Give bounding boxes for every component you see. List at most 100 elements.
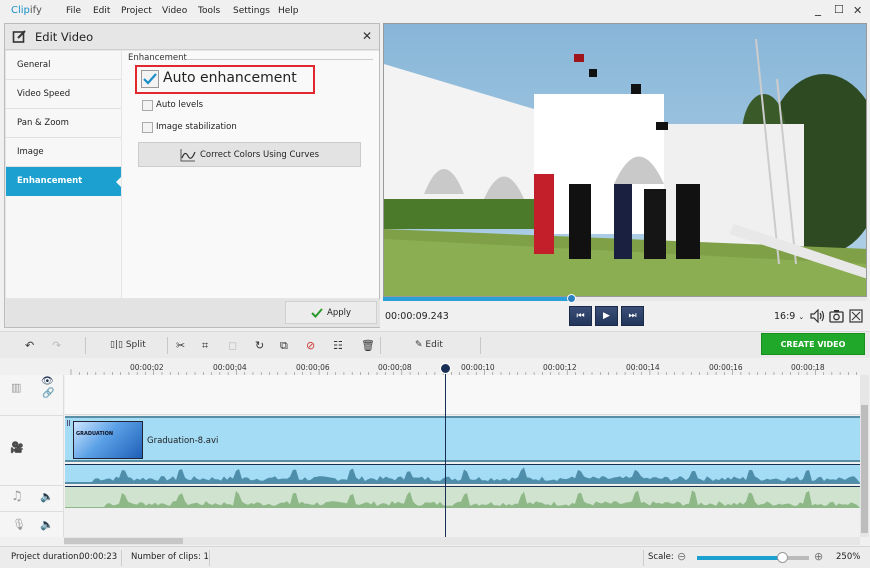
menu-project[interactable]: Project [121, 6, 152, 16]
scale-slider[interactable] [697, 552, 809, 563]
rotate-icon[interactable]: ↻ [255, 339, 264, 352]
skip-forward-icon: ⏭ [628, 311, 637, 321]
edit-panel-header: Edit Video ✕ [5, 24, 379, 50]
playhead-handle[interactable] [440, 363, 451, 374]
timeline-ruler[interactable]: 00:00:02 00:00:04 00:00:06 00:00:08 00:0… [64, 359, 861, 375]
scale-label: Scale: [648, 552, 674, 562]
play-button[interactable]: ▶ [595, 306, 618, 326]
music-track[interactable] [65, 486, 860, 508]
window-close-button[interactable]: ✕ [853, 4, 862, 17]
undo-icon[interactable]: ↶ [25, 339, 34, 352]
hide-icon[interactable]: ⊘ [306, 339, 315, 352]
horizontal-scroll-thumb[interactable] [64, 538, 183, 544]
resize-icon[interactable]: ⧉ [280, 339, 288, 353]
scale-slider-handle[interactable] [777, 552, 789, 563]
ruler-tick-label: 00:00:10 [461, 363, 495, 372]
auto-enhancement-checkbox[interactable] [141, 70, 159, 88]
toolbar-divider [480, 337, 481, 354]
timeline-toolbar: ↶ ↷ ▯|▯ Split ✂ ⌗ ◻ ↻ ⧉ ⊘ ☷ 🗑 ✎ Edit [0, 331, 870, 358]
playback-progress-bar[interactable] [383, 294, 867, 303]
chevron-down-icon: ⌄ [798, 313, 805, 321]
music-track-note-icon: ♫ [11, 489, 23, 504]
edit-button[interactable]: ✎ Edit [415, 340, 443, 350]
timeline-vertical-scrollbar[interactable] [860, 375, 869, 537]
split-button[interactable]: ▯|▯ Split [110, 340, 146, 350]
play-icon: ▶ [603, 311, 610, 321]
enhancement-content: Enhancement Auto enhancement Auto levels… [122, 51, 379, 298]
playhead-line [445, 364, 446, 538]
video-audio-waveform[interactable] [65, 464, 860, 484]
current-timecode: 00:00:09.243 [385, 311, 449, 322]
video-audio-waveform-graphic [65, 467, 860, 483]
next-frame-button[interactable]: ⏭ [621, 306, 644, 326]
correct-colors-curves-button[interactable]: Correct Colors Using Curves [138, 142, 361, 167]
ruler-tick-label: 00:00:16 [709, 363, 743, 372]
curves-button-label: Correct Colors Using Curves [199, 149, 320, 160]
scale-slider-fill [697, 556, 784, 560]
maximize-button[interactable]: ☐ [834, 3, 844, 16]
sidebar-item-image[interactable]: Image [6, 138, 121, 167]
visibility-eye-icon[interactable]: 👁 [41, 376, 54, 387]
link-icon[interactable]: 🔗 [42, 388, 54, 399]
track-headers: ▥ 👁 🔗 🎥 ♫ 🔈 🎙 🔈 [0, 375, 64, 537]
menu-file[interactable]: File [66, 6, 81, 16]
image-stabilization-checkbox[interactable] [142, 122, 153, 133]
clip-drag-handle[interactable] [67, 420, 70, 426]
cut-scissors-icon[interactable]: ✂ [176, 339, 185, 352]
aspect-ratio-dropdown[interactable]: 16:9 ⌄ [774, 311, 804, 322]
minimize-button[interactable]: _ [815, 2, 821, 16]
status-divider [643, 550, 644, 566]
volume-icon[interactable] [810, 309, 826, 323]
menu-edit[interactable]: Edit [93, 6, 110, 16]
voice-track[interactable] [65, 509, 860, 537]
edit-panel-close-button[interactable]: ✕ [362, 29, 372, 43]
auto-levels-checkbox[interactable] [142, 100, 153, 111]
sidebar-item-pan-zoom[interactable]: Pan & Zoom [6, 109, 121, 138]
toolbar-divider [85, 337, 86, 354]
sidebar-item-enhancement[interactable]: Enhancement [6, 167, 121, 196]
voice-track-microphone-icon: 🎙 [12, 518, 26, 531]
fullscreen-icon[interactable] [849, 309, 863, 323]
ruler-tick-label: 00:00:02 [130, 363, 164, 372]
video-track-camera-icon: 🎥 [10, 441, 24, 454]
track-divider [0, 415, 64, 416]
progress-handle[interactable] [566, 294, 576, 303]
zoom-out-icon[interactable]: ⊖ [677, 550, 686, 563]
video-preview[interactable] [383, 23, 867, 297]
menu-bar: Clipify File Edit Project Video Tools Se… [0, 0, 870, 23]
delete-trash-icon[interactable]: 🗑 [361, 339, 375, 352]
music-volume-icon[interactable]: 🔈 [40, 490, 54, 503]
zoom-in-icon[interactable]: ⊕ [814, 550, 823, 563]
clip-thumbnail: GRADUATION [73, 421, 143, 459]
clip-name: Graduation-8.avi [147, 436, 219, 446]
snapshot-camera-icon[interactable] [829, 309, 844, 323]
voice-volume-icon[interactable]: 🔈 [40, 518, 54, 531]
status-divider [121, 550, 122, 566]
timeline-horizontal-scrollbar[interactable] [64, 537, 860, 545]
previous-frame-button[interactable]: ⏮ [569, 306, 592, 326]
vertical-scroll-thumb[interactable] [861, 405, 868, 533]
menu-help[interactable]: Help [278, 6, 299, 16]
clip-count: Number of clips: 1 [131, 552, 209, 562]
project-duration-value: 00:00:23 [79, 552, 118, 562]
edit-sidebar: General Video Speed Pan & Zoom Image Enh… [6, 51, 121, 298]
preview-frame-image [384, 24, 866, 296]
apply-button[interactable]: Apply [285, 301, 377, 324]
video-clip[interactable]: GRADUATION Graduation-8.avi [65, 416, 860, 462]
menu-tools[interactable]: Tools [198, 6, 220, 16]
track-divider [0, 511, 64, 512]
sidebar-item-video-speed[interactable]: Video Speed [6, 80, 121, 109]
aspect-frame-icon[interactable]: ◻ [228, 339, 237, 352]
progress-fill [383, 297, 572, 301]
redo-icon[interactable]: ↷ [52, 339, 61, 352]
menu-video[interactable]: Video [162, 6, 187, 16]
auto-levels-label: Auto levels [156, 100, 204, 110]
menu-settings[interactable]: Settings [233, 6, 270, 16]
add-clip-icon[interactable]: ☷ [333, 339, 343, 352]
create-video-button[interactable]: CREATE VIDEO [761, 333, 865, 355]
sidebar-item-general[interactable]: General [6, 51, 121, 80]
crop-icon[interactable]: ⌗ [202, 339, 208, 353]
overlay-track[interactable] [65, 375, 860, 415]
toolbar-divider [380, 337, 381, 354]
status-divider [209, 550, 210, 566]
